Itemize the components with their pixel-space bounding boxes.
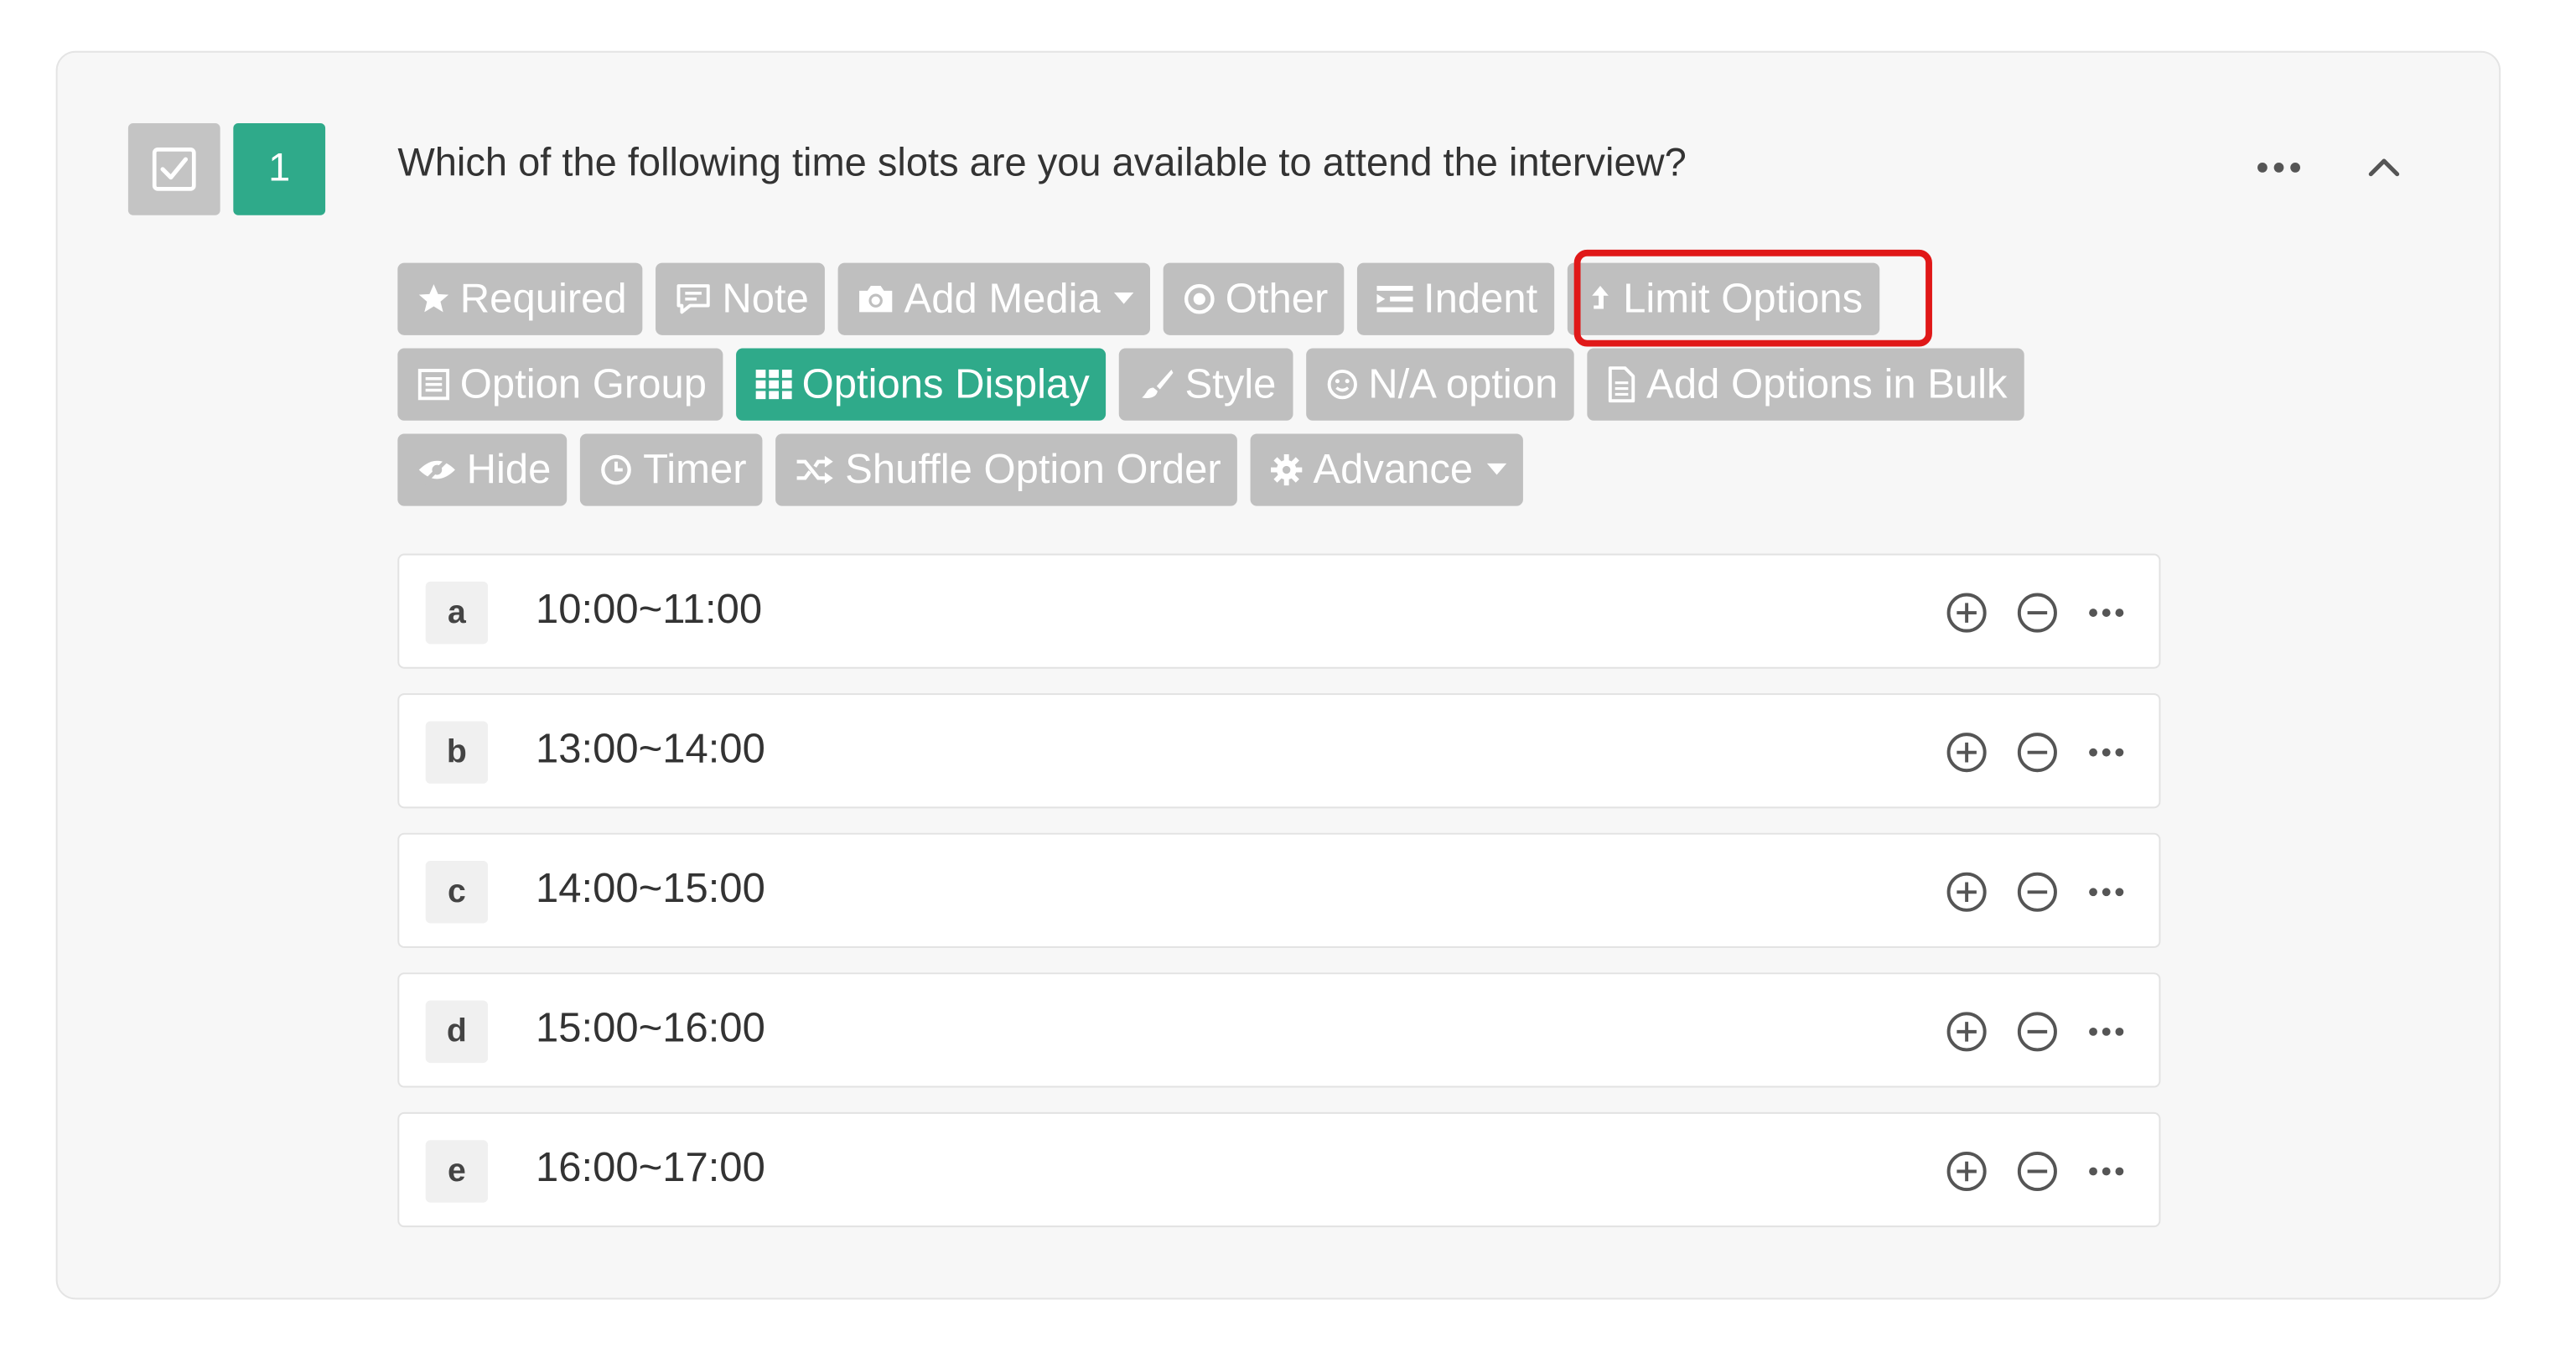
option-text[interactable]: 16:00~17:00 [536, 1145, 765, 1193]
required-label: Required [459, 275, 627, 322]
list-box-icon [417, 369, 450, 401]
timer-label: Timer [643, 446, 747, 493]
remove-option-icon[interactable] [2016, 1010, 2059, 1053]
question-number-badge: 1 [233, 123, 326, 215]
grid-icon [755, 370, 792, 400]
option-letter: d [425, 1000, 489, 1064]
options-display-button[interactable]: Options Display [736, 348, 1107, 421]
caret-down-icon [1113, 292, 1134, 304]
option-letter: c [425, 861, 489, 924]
option-letter: e [425, 1140, 489, 1203]
option-more-icon[interactable] [2086, 731, 2126, 774]
camera-icon [859, 286, 893, 313]
remove-option-icon[interactable] [2016, 731, 2059, 774]
hide-button[interactable]: Hide [397, 433, 568, 506]
toolbar-row-2: Option Group Options Display Style N/A o… [397, 348, 2024, 421]
brush-icon [1142, 370, 1174, 399]
add-option-icon[interactable] [1946, 871, 1988, 914]
option-group-button[interactable]: Option Group [397, 348, 723, 421]
gear-icon [1271, 453, 1303, 486]
star-icon [418, 284, 449, 313]
option-more-icon[interactable] [2086, 1150, 2126, 1193]
required-button[interactable]: Required [397, 262, 644, 335]
option-letter: a [425, 581, 489, 645]
hide-label: Hide [466, 446, 552, 493]
option-row-c[interactable]: c 14:00~15:00 [397, 832, 2161, 948]
option-row-e[interactable]: e 16:00~17:00 [397, 1111, 2161, 1228]
option-actions [1946, 1150, 2127, 1193]
remove-option-icon[interactable] [2016, 592, 2059, 635]
dot-circle-icon [1184, 283, 1215, 314]
option-actions [1946, 592, 2127, 635]
eye-slash-icon [418, 455, 455, 484]
limit-options-label: Limit Options [1623, 275, 1863, 322]
option-text[interactable]: 15:00~16:00 [536, 1006, 765, 1054]
question-more-icon[interactable] [2247, 138, 2309, 198]
add-option-icon[interactable] [1946, 1150, 1988, 1193]
indent-label: Indent [1423, 275, 1538, 322]
option-more-icon[interactable] [2086, 1010, 2126, 1053]
other-button[interactable]: Other [1163, 262, 1345, 335]
option-actions [1946, 1010, 2127, 1053]
comment-icon [677, 284, 711, 314]
advance-label: Advance [1313, 446, 1474, 493]
shuffle-option-order-button[interactable]: Shuffle Option Order [775, 433, 1238, 506]
style-label: Style [1184, 360, 1277, 407]
shuffle-option-order-label: Shuffle Option Order [845, 446, 1221, 493]
option-more-icon[interactable] [2086, 592, 2126, 635]
add-options-in-bulk-button[interactable]: Add Options in Bulk [1587, 348, 2024, 421]
advance-button[interactable]: Advance [1250, 433, 1522, 506]
indent-button[interactable]: Indent [1357, 262, 1554, 335]
style-button[interactable]: Style [1119, 348, 1293, 421]
smiley-icon [1327, 370, 1357, 400]
na-option-label: N/A option [1368, 360, 1558, 407]
option-text[interactable]: 10:00~11:00 [536, 587, 762, 635]
remove-option-icon[interactable] [2016, 1150, 2059, 1193]
add-option-icon[interactable] [1946, 1010, 1988, 1053]
toolbar-row-3: Hide Timer Shuffle Option Order Advance [397, 433, 1522, 506]
indent-icon [1377, 286, 1414, 313]
option-more-icon[interactable] [2086, 871, 2126, 914]
option-row-b[interactable]: b 13:00~14:00 [397, 693, 2161, 809]
note-button[interactable]: Note [656, 262, 826, 335]
option-actions [1946, 871, 2127, 914]
question-title[interactable]: Which of the following time slots are yo… [397, 142, 1686, 188]
option-row-a[interactable]: a 10:00~11:00 [397, 553, 2161, 669]
option-row-d[interactable]: d 15:00~16:00 [397, 972, 2161, 1088]
option-actions [1946, 731, 2127, 774]
option-text[interactable]: 13:00~14:00 [536, 726, 765, 774]
na-option-button[interactable]: N/A option [1305, 348, 1574, 421]
arrow-up-icon [1591, 286, 1609, 309]
shuffle-icon [797, 455, 834, 484]
add-options-in-bulk-label: Add Options in Bulk [1646, 360, 2008, 407]
remove-option-icon[interactable] [2016, 871, 2059, 914]
option-letter: b [425, 721, 489, 784]
options-display-label: Options Display [801, 360, 1090, 407]
clock-icon [601, 454, 632, 485]
other-label: Other [1225, 275, 1329, 322]
toolbar-row-1: Required Note Add Media Other Indent Lim… [397, 262, 1879, 335]
add-media-label: Add Media [904, 275, 1101, 322]
caret-down-icon [1485, 463, 1506, 475]
option-text[interactable]: 14:00~15:00 [536, 866, 765, 914]
add-option-icon[interactable] [1946, 731, 1988, 774]
add-media-button[interactable]: Add Media [838, 262, 1150, 335]
add-option-icon[interactable] [1946, 592, 1988, 635]
chevron-up-icon[interactable] [2356, 138, 2413, 198]
note-label: Note [722, 275, 809, 322]
timer-button[interactable]: Timer [580, 433, 764, 506]
document-icon [1609, 366, 1635, 403]
question-type-checkbox-icon[interactable] [127, 123, 220, 215]
option-group-label: Option Group [459, 360, 707, 407]
limit-options-button[interactable]: Limit Options [1567, 262, 1879, 335]
